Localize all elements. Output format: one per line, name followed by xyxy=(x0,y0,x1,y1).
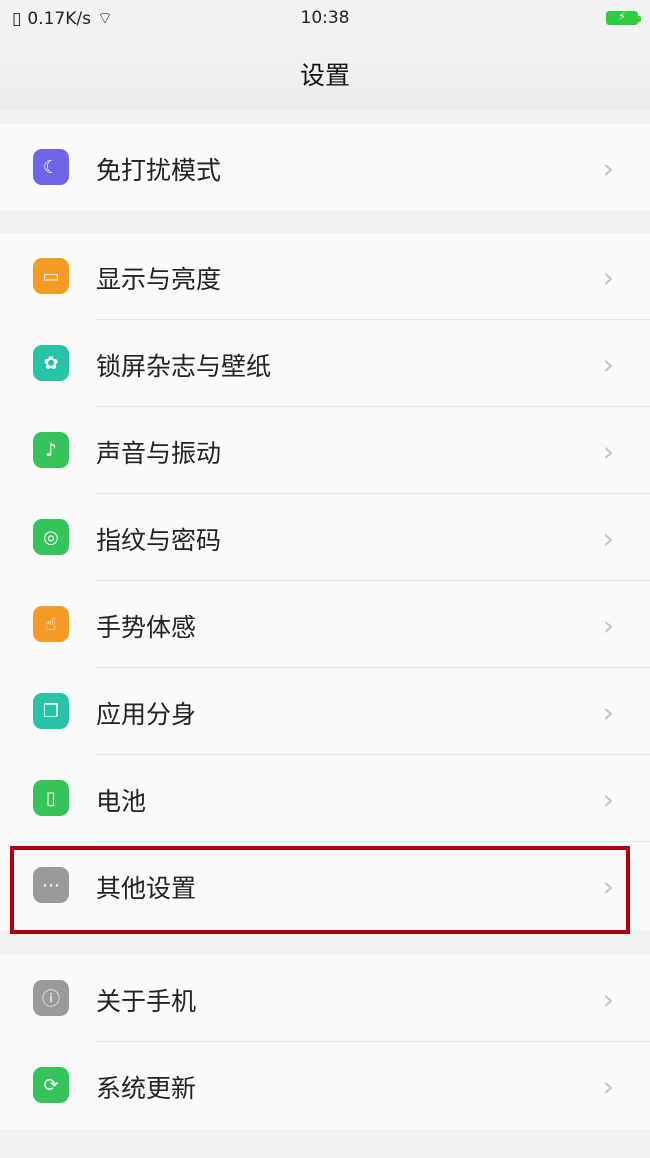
setting-label: 显示与亮度 xyxy=(96,265,222,294)
setting-item-sound[interactable]: ♪ 声音与振动 › xyxy=(0,407,650,494)
moon-icon: ☾ xyxy=(33,149,69,185)
setting-item-battery[interactable]: ▯ 电池 › xyxy=(0,755,650,842)
flower-icon: ✿ xyxy=(33,345,69,381)
chevron-right-icon: › xyxy=(602,696,614,729)
setting-label: 手势体感 xyxy=(96,613,197,642)
setting-label: 应用分身 xyxy=(96,700,197,729)
battery-icon: ▯ xyxy=(33,780,69,816)
chevron-right-icon: › xyxy=(602,1070,614,1103)
setting-item-display[interactable]: ▭ 显示与亮度 › xyxy=(0,233,650,320)
speaker-icon: ♪ xyxy=(33,432,69,468)
setting-item-lockscreen[interactable]: ✿ 锁屏杂志与壁纸 › xyxy=(0,320,650,407)
info-icon: ⓘ xyxy=(33,980,69,1016)
setting-label: 电池 xyxy=(96,787,147,816)
fingerprint-icon: ◎ xyxy=(33,519,69,555)
update-icon: ⟳ xyxy=(33,1067,69,1103)
header: 设置 xyxy=(0,38,650,110)
clone-icon: ❐ xyxy=(33,693,69,729)
settings-group-1: ☾ 免打扰模式 › xyxy=(0,124,650,211)
chevron-right-icon: › xyxy=(602,261,614,294)
chevron-right-icon: › xyxy=(602,435,614,468)
setting-item-system-update[interactable]: ⟳ 系统更新 › xyxy=(0,1042,650,1129)
setting-item-about-phone[interactable]: ⓘ 关于手机 › xyxy=(0,955,650,1042)
battery-icon: ⚡ xyxy=(606,10,641,25)
setting-label: 声音与振动 xyxy=(96,439,222,468)
settings-group-2: ▭ 显示与亮度 › ✿ 锁屏杂志与壁纸 › ♪ 声音与振动 › ◎ 指纹与密码 … xyxy=(0,233,650,931)
highlight-box xyxy=(10,846,630,934)
settings-group-3: ⓘ 关于手机 › ⟳ 系统更新 › xyxy=(0,955,650,1129)
chevron-right-icon: › xyxy=(602,348,614,381)
setting-label: 锁屏杂志与壁纸 xyxy=(96,352,272,381)
setting-item-app-clone[interactable]: ❐ 应用分身 › xyxy=(0,668,650,755)
setting-label: 系统更新 xyxy=(96,1074,197,1103)
chevron-right-icon: › xyxy=(602,783,614,816)
chevron-right-icon: › xyxy=(602,609,614,642)
chevron-right-icon: › xyxy=(602,522,614,555)
gesture-icon: ☝ xyxy=(33,606,69,642)
setting-label: 指纹与密码 xyxy=(96,526,222,555)
status-time: 10:38 xyxy=(300,8,350,28)
setting-item-do-not-disturb[interactable]: ☾ 免打扰模式 › xyxy=(0,124,650,211)
setting-item-gesture[interactable]: ☝ 手势体感 › xyxy=(0,581,650,668)
chevron-right-icon: › xyxy=(602,983,614,1016)
monitor-icon: ▭ xyxy=(33,258,69,294)
setting-item-fingerprint[interactable]: ◎ 指纹与密码 › xyxy=(0,494,650,581)
page-title: 设置 xyxy=(299,61,350,90)
setting-label: 关于手机 xyxy=(96,987,197,1016)
chevron-right-icon: › xyxy=(602,152,614,185)
setting-label: 免打扰模式 xyxy=(96,156,222,185)
status-bar: ▯ 0.17K/s ⌔ 10:38 ⚡ xyxy=(0,0,650,38)
